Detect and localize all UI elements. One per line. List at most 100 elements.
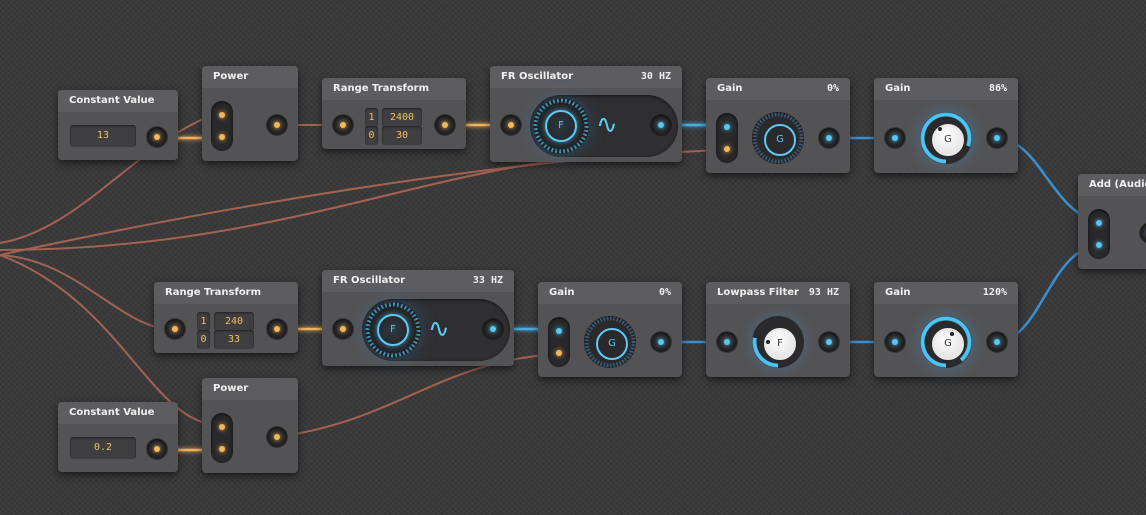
- node-lowpass-filter[interactable]: Lowpass Filter 93 HZ F: [706, 282, 850, 377]
- knob-indicator: [938, 127, 942, 131]
- constant-value-field[interactable]: 13: [70, 125, 136, 147]
- title-text: Gain: [717, 83, 743, 94]
- input-port-a[interactable]: [1096, 220, 1102, 226]
- sine-wave-icon[interactable]: ∿: [596, 112, 618, 138]
- input-port-base[interactable]: [219, 112, 225, 118]
- gain-readout: 0%: [658, 287, 671, 298]
- input-port-exponent[interactable]: [219, 134, 225, 140]
- node-gain-1[interactable]: Gain 0% G: [706, 78, 850, 173]
- input-ports[interactable]: [211, 101, 233, 151]
- input-port-gain[interactable]: [556, 350, 562, 356]
- output-port[interactable]: [651, 332, 671, 352]
- title-text: FR Oscillator: [333, 275, 406, 286]
- range-out-max[interactable]: 2400: [382, 108, 422, 127]
- node-title: Constant Value: [58, 90, 178, 112]
- dial-label: F: [545, 110, 577, 142]
- input-port-frequency[interactable]: [501, 115, 521, 135]
- node-power-1[interactable]: Power: [202, 66, 298, 161]
- title-text: Gain: [885, 287, 911, 298]
- input-port-signal[interactable]: [724, 124, 730, 130]
- input-port[interactable]: [885, 128, 905, 148]
- input-port[interactable]: [885, 332, 905, 352]
- input-ports[interactable]: [716, 113, 738, 163]
- range-in-min[interactable]: 0: [197, 330, 210, 349]
- gain-knob[interactable]: G: [920, 316, 972, 368]
- knob-label: G: [932, 328, 964, 360]
- node-title: Power: [202, 378, 298, 400]
- knob-label: G: [764, 124, 796, 156]
- node-range-transform-1[interactable]: Range Transform 1 0 2400 30: [322, 78, 466, 149]
- node-gain-2[interactable]: Gain 86% G: [874, 78, 1018, 173]
- range-in-max[interactable]: 1: [197, 312, 210, 331]
- node-title: FR Oscillator 30 HZ: [490, 66, 682, 88]
- frequency-readout: 30 HZ: [640, 71, 671, 82]
- node-gain-4[interactable]: Gain 120% G: [874, 282, 1018, 377]
- input-port-gain[interactable]: [724, 146, 730, 152]
- knob-label: G: [932, 124, 964, 156]
- output-port[interactable]: [651, 115, 671, 135]
- node-title: Range Transform: [154, 282, 298, 304]
- knob-label: G: [596, 328, 628, 360]
- node-title: Range Transform: [322, 78, 466, 100]
- node-power-2[interactable]: Power: [202, 378, 298, 473]
- gain-readout: 0%: [826, 83, 839, 94]
- output-port[interactable]: [1140, 223, 1146, 243]
- input-port-base[interactable]: [219, 424, 225, 430]
- input-port[interactable]: [333, 115, 353, 135]
- knob-indicator: [766, 340, 770, 344]
- range-out-min[interactable]: 30: [382, 126, 422, 145]
- input-port-signal[interactable]: [556, 328, 562, 334]
- node-title: Gain 0%: [538, 282, 682, 304]
- output-port[interactable]: [267, 319, 287, 339]
- node-constant-value-2[interactable]: Constant Value 0.2: [58, 402, 178, 472]
- output-port[interactable]: [987, 128, 1007, 148]
- output-port[interactable]: [987, 332, 1007, 352]
- input-port-exponent[interactable]: [219, 446, 225, 452]
- output-port[interactable]: [435, 115, 455, 135]
- node-fr-oscillator-1[interactable]: FR Oscillator 30 HZ F ∿: [490, 66, 682, 162]
- input-ports[interactable]: [1088, 209, 1110, 259]
- gain-knob[interactable]: G: [920, 112, 972, 164]
- range-out-max[interactable]: 240: [214, 312, 254, 331]
- node-add-audio[interactable]: Add (Audio/: [1078, 174, 1146, 269]
- gain-knob[interactable]: G: [584, 316, 636, 368]
- input-ports[interactable]: [211, 413, 233, 463]
- constant-value-field[interactable]: 0.2: [70, 437, 136, 459]
- wire-power2-to-gain3-mod: [276, 353, 561, 438]
- node-title: Power: [202, 66, 298, 88]
- frequency-readout: 33 HZ: [472, 275, 503, 286]
- range-in-min[interactable]: 0: [365, 126, 378, 145]
- output-port[interactable]: [819, 332, 839, 352]
- output-port[interactable]: [267, 427, 287, 447]
- input-port[interactable]: [165, 319, 185, 339]
- sine-wave-icon[interactable]: ∿: [428, 316, 450, 342]
- range-in-max[interactable]: 1: [365, 108, 378, 127]
- frequency-dial[interactable]: F: [533, 98, 589, 154]
- input-port-frequency[interactable]: [333, 319, 353, 339]
- output-port[interactable]: [147, 127, 167, 147]
- node-range-transform-2[interactable]: Range Transform 1 0 240 33: [154, 282, 298, 353]
- output-port[interactable]: [267, 115, 287, 135]
- frequency-dial[interactable]: F: [365, 302, 421, 358]
- node-title: Lowpass Filter 93 HZ: [706, 282, 850, 304]
- range-out-min[interactable]: 33: [214, 330, 254, 349]
- node-gain-3[interactable]: Gain 0% G: [538, 282, 682, 377]
- node-title: FR Oscillator 33 HZ: [322, 270, 514, 292]
- node-title: Gain 86%: [874, 78, 1018, 100]
- dial-label: F: [377, 314, 409, 346]
- gain-readout: 86%: [988, 83, 1007, 94]
- cutoff-readout: 93 HZ: [808, 287, 839, 298]
- node-constant-value-1[interactable]: Constant Value 13: [58, 90, 178, 160]
- input-port-b[interactable]: [1096, 242, 1102, 248]
- output-port[interactable]: [819, 128, 839, 148]
- title-text: Lowpass Filter: [717, 287, 799, 298]
- cutoff-knob[interactable]: F: [752, 316, 804, 368]
- output-port[interactable]: [483, 319, 503, 339]
- input-ports[interactable]: [548, 317, 570, 367]
- gain-readout: 120%: [982, 287, 1007, 298]
- output-port[interactable]: [147, 439, 167, 459]
- gain-knob[interactable]: G: [752, 112, 804, 164]
- node-fr-oscillator-2[interactable]: FR Oscillator 33 HZ F ∿: [322, 270, 514, 366]
- title-text: Gain: [885, 83, 911, 94]
- input-port[interactable]: [717, 332, 737, 352]
